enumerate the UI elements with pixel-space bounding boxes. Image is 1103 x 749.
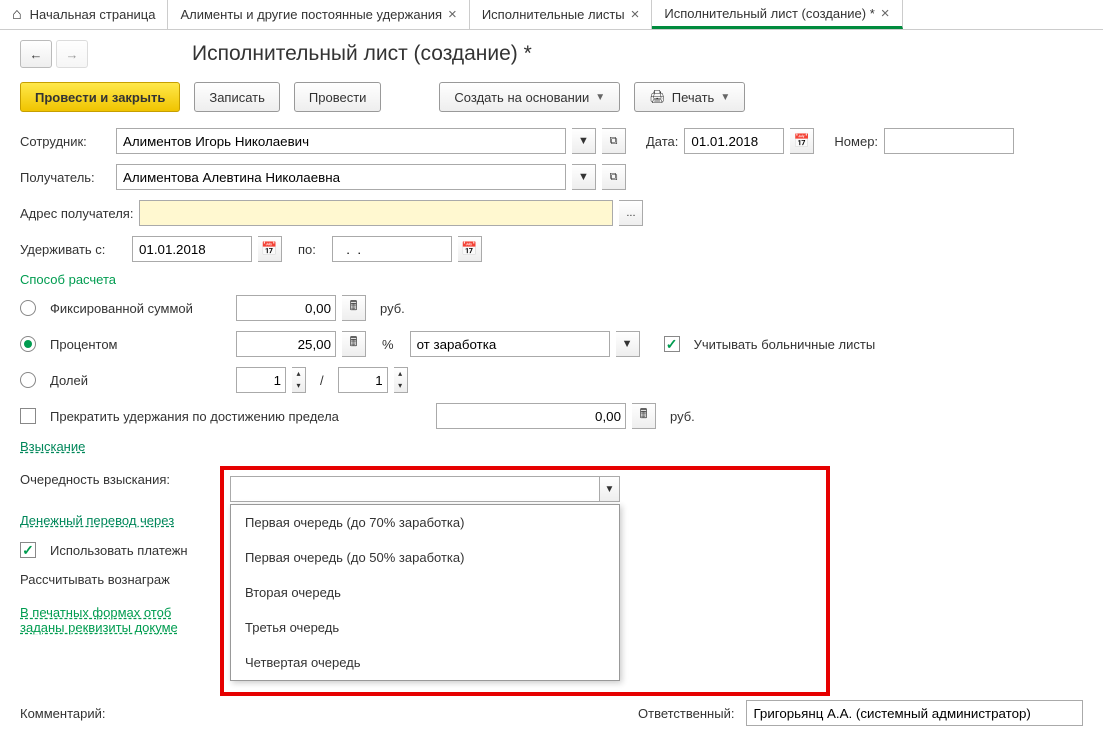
recovery-header[interactable]: Взыскание (20, 439, 1083, 454)
responsible-label: Ответственный: (638, 706, 734, 721)
stop-limit-label: Прекратить удержания по достижению преде… (50, 409, 430, 424)
calc-method-header: Способ расчета (20, 272, 1083, 287)
calc-icon[interactable]: 🖩 (632, 403, 656, 429)
number-input[interactable] (884, 128, 1014, 154)
sick-leave-label: Учитывать больничные листы (694, 337, 876, 352)
radio-percent[interactable] (20, 336, 36, 352)
tab-home[interactable]: ⌂ Начальная страница (0, 0, 168, 29)
dd-item[interactable]: Вторая очередь (231, 575, 619, 610)
date-label: Дата: (646, 134, 678, 149)
transfer-link[interactable]: Денежный перевод через (20, 513, 220, 528)
tab-writ-create[interactable]: Исполнительный лист (создание) * × (652, 0, 902, 29)
print-forms-link[interactable]: В печатных формах отоб (20, 605, 220, 620)
fixed-label: Фиксированной суммой (50, 301, 230, 316)
tab-label: Исполнительный лист (создание) * (664, 6, 874, 21)
dropdown-icon[interactable]: ▼ (572, 164, 596, 190)
responsible-input[interactable] (746, 700, 1083, 726)
dropdown-caret-icon[interactable]: ▼ (600, 476, 620, 502)
close-icon[interactable]: × (881, 5, 890, 22)
date-input[interactable] (684, 128, 784, 154)
tab-label: Исполнительные листы (482, 7, 625, 22)
open-ref-icon[interactable]: ⧉ (602, 164, 626, 190)
number-label: Номер: (834, 134, 878, 149)
withhold-to-label: по: (298, 242, 316, 257)
fraction-label: Долей (50, 373, 230, 388)
calendar-icon[interactable]: 📅 (790, 128, 814, 154)
close-icon[interactable]: × (448, 6, 457, 23)
dd-item[interactable]: Третья очередь (231, 610, 619, 645)
btn-label: Печать (672, 90, 715, 105)
radio-fixed[interactable] (20, 300, 36, 316)
caret-down-icon: ▼ (595, 92, 605, 103)
frac-den-input[interactable] (338, 367, 388, 393)
receiver-input[interactable] (116, 164, 566, 190)
pct-label: % (382, 337, 394, 352)
more-icon[interactable]: ... (619, 200, 643, 226)
page-title: Исполнительный лист (создание) * (192, 42, 532, 66)
employee-label: Сотрудник: (20, 134, 110, 149)
back-button[interactable]: ← (20, 40, 52, 68)
stop-limit-checkbox[interactable] (20, 408, 36, 424)
comment-label: Комментарий: (20, 706, 116, 721)
radio-fraction[interactable] (20, 372, 36, 388)
priority-dropdown-list: Первая очередь (до 70% заработка) Первая… (230, 504, 620, 681)
frac-num-input[interactable] (236, 367, 286, 393)
dropdown-icon[interactable]: ▼ (616, 331, 640, 357)
withhold-from-label: Удерживать с: (20, 242, 126, 257)
calc-reward-label: Рассчитывать вознаграж (20, 572, 220, 587)
calendar-icon[interactable]: 📅 (258, 236, 282, 262)
tab-alimony[interactable]: Алименты и другие постоянные удержания × (168, 0, 469, 29)
spinner[interactable] (292, 367, 306, 393)
fixed-amount-input[interactable] (236, 295, 336, 321)
from-earnings-select[interactable] (410, 331, 610, 357)
create-based-button[interactable]: Создать на основании ▼ (439, 82, 620, 112)
use-agent-label: Использовать платежн (50, 543, 188, 558)
print-button[interactable]: 🖨 Печать ▼ (634, 82, 745, 112)
percent-input[interactable] (236, 331, 336, 357)
limit-input[interactable] (436, 403, 626, 429)
close-icon[interactable]: × (631, 6, 640, 23)
withhold-to-input[interactable] (332, 236, 452, 262)
tab-writs[interactable]: Исполнительные листы × (470, 0, 653, 29)
doc-reqs-link[interactable]: заданы реквизиты докуме (20, 620, 220, 635)
rub-label2: руб. (670, 409, 695, 424)
tabs-bar: ⌂ Начальная страница Алименты и другие п… (0, 0, 1103, 30)
receiver-label: Получатель: (20, 170, 110, 185)
priority-label: Очередность взыскания: (20, 472, 220, 487)
caret-down-icon: ▼ (720, 92, 730, 103)
post-close-button[interactable]: Провести и закрыть (20, 82, 180, 112)
forward-button[interactable]: → (56, 40, 88, 68)
printer-icon: 🖨 (649, 89, 666, 105)
priority-highlight: ▼ Первая очередь (до 70% заработка) Перв… (220, 466, 830, 696)
calc-icon[interactable]: 🖩 (342, 331, 366, 357)
dd-item[interactable]: Первая очередь (до 70% заработка) (231, 505, 619, 540)
use-agent-checkbox[interactable] (20, 542, 36, 558)
address-label: Адрес получателя: (20, 206, 133, 221)
save-button[interactable]: Записать (194, 82, 280, 112)
priority-input[interactable] (230, 476, 600, 502)
percent-label: Процентом (50, 337, 230, 352)
employee-input[interactable] (116, 128, 566, 154)
address-input[interactable] (139, 200, 613, 226)
spinner[interactable] (394, 367, 408, 393)
dd-item[interactable]: Четвертая очередь (231, 645, 619, 680)
dd-item[interactable]: Первая очередь (до 50% заработка) (231, 540, 619, 575)
btn-label: Создать на основании (454, 90, 589, 105)
calendar-icon[interactable]: 📅 (458, 236, 482, 262)
home-icon: ⌂ (12, 6, 22, 24)
rub-label: руб. (380, 301, 405, 316)
open-ref-icon[interactable]: ⧉ (602, 128, 626, 154)
calc-icon[interactable]: 🖩 (342, 295, 366, 321)
tab-label: Алименты и другие постоянные удержания (180, 7, 442, 22)
post-button[interactable]: Провести (294, 82, 382, 112)
withhold-from-input[interactable] (132, 236, 252, 262)
tab-home-label: Начальная страница (30, 7, 156, 22)
sick-leave-checkbox[interactable] (664, 336, 680, 352)
dropdown-icon[interactable]: ▼ (572, 128, 596, 154)
